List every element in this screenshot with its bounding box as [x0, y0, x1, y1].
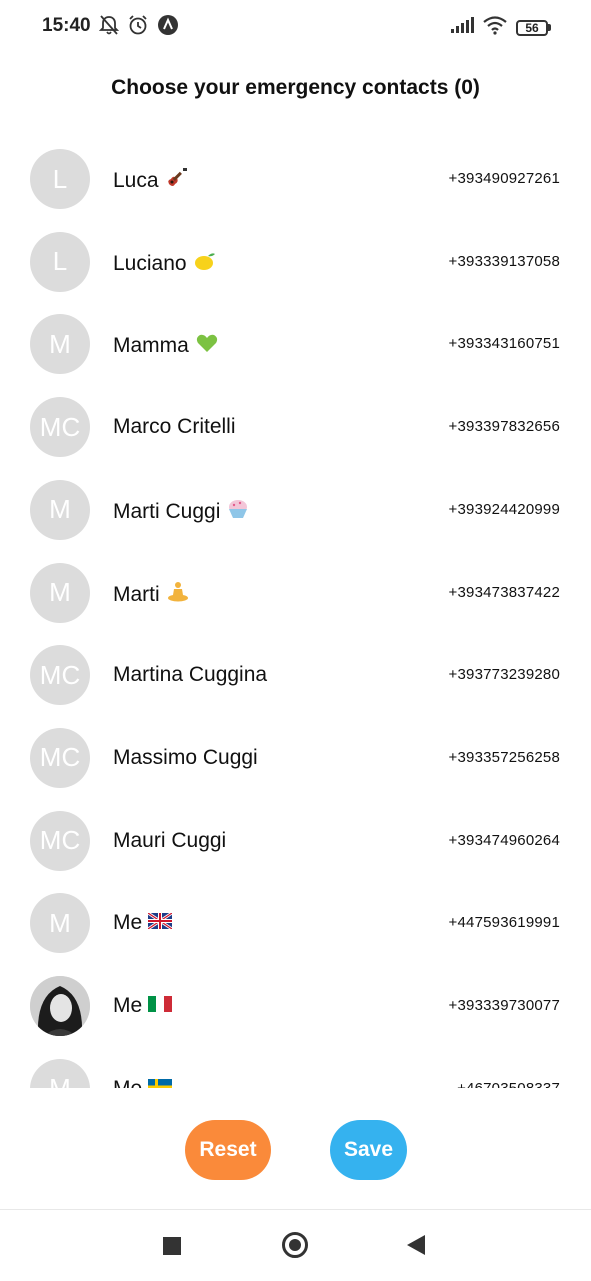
- contact-name-text: Me: [113, 1077, 142, 1088]
- contact-name: Mamma: [113, 332, 219, 360]
- contact-name: Mauri Cuggi: [113, 829, 226, 853]
- contact-name-text: Marti: [113, 582, 160, 606]
- contacts-list[interactable]: L Luca +393490927261 L Luciano +393339137058 M…: [0, 138, 591, 1088]
- contact-name: Marti Cuggi: [113, 498, 250, 526]
- contact-name-text: Mamma: [113, 334, 189, 358]
- contact-phone: +447593619991: [448, 914, 560, 932]
- contact-phone: +393773239280: [448, 666, 560, 684]
- contact-row[interactable]: M Me +447593619991: [0, 882, 591, 965]
- flag-uk-icon: [148, 911, 173, 935]
- recent-apps-icon[interactable]: [163, 1237, 181, 1255]
- contact-phone: +393490927261: [448, 170, 560, 187]
- contact-name-text: Martina Cuggina: [113, 663, 268, 687]
- lemon-icon: [193, 250, 217, 278]
- avatar: MC: [30, 397, 90, 458]
- status-bar: 15:40 56: [0, 0, 591, 54]
- wifi-icon: [482, 15, 508, 40]
- contact-row[interactable]: MC Mauri Cuggi +393474960264: [0, 800, 591, 883]
- contact-name: Me: [113, 911, 173, 935]
- contact-name-text: Luca: [113, 169, 159, 192]
- reset-button[interactable]: Reset: [185, 1120, 271, 1180]
- contact-phone: +393343160751: [448, 335, 560, 353]
- avatar: MC: [30, 727, 90, 788]
- shaved-ice-icon: [226, 498, 250, 526]
- contact-phone: +46703508337: [457, 1080, 560, 1088]
- save-button[interactable]: Save: [330, 1120, 407, 1180]
- avatar: L: [30, 231, 90, 292]
- contact-name: Massimo Cuggi: [113, 746, 258, 770]
- contact-name: Marti: [113, 581, 190, 609]
- flag-sweden-icon: [148, 1077, 173, 1088]
- contact-row[interactable]: L Luciano +393339137058: [0, 221, 591, 304]
- lotus-person-icon: [166, 581, 190, 609]
- guitar-icon: [165, 167, 189, 195]
- avatar: MC: [30, 810, 90, 871]
- contact-phone: +393473837422: [448, 583, 560, 601]
- contact-phone: +393339137058: [448, 252, 560, 270]
- contact-phone: +393339730077: [448, 997, 560, 1014]
- contact-name-text: Mauri Cuggi: [113, 828, 227, 852]
- contact-phone: +393474960264: [448, 831, 560, 849]
- avatar: M: [30, 314, 90, 375]
- contact-name-text: Marco Critelli: [113, 415, 236, 439]
- contact-name-text: Luciano: [113, 251, 187, 275]
- contact-name: Me: [113, 994, 173, 1018]
- contact-row[interactable]: M Marti Cuggi +393924420999: [0, 469, 591, 552]
- contact-name: Me: [113, 1077, 173, 1088]
- contact-name: Martina Cuggina: [113, 663, 267, 687]
- contact-row[interactable]: M Marti +393473837422: [0, 552, 591, 635]
- status-icons-right: 56: [450, 15, 551, 40]
- contact-phone: +393357256258: [448, 748, 560, 766]
- contact-name-text: Marti Cuggi: [113, 499, 221, 523]
- avatar: M: [30, 1058, 90, 1088]
- avatar: M: [30, 479, 90, 540]
- contact-row[interactable]: MC Marco Critelli +393397832656: [0, 386, 591, 469]
- contact-row[interactable]: L Luca +393490927261: [0, 138, 591, 221]
- app-a-icon: [157, 14, 179, 41]
- status-time: 15:40: [42, 15, 91, 36]
- contact-name: Luciano: [113, 250, 217, 278]
- contact-row[interactable]: Me +393339730077: [0, 965, 591, 1048]
- contact-row[interactable]: M Me +46703508337: [0, 1048, 591, 1088]
- status-icons-left: [98, 14, 179, 41]
- battery-icon: 56: [516, 19, 551, 36]
- contact-row[interactable]: MC Massimo Cuggi +393357256258: [0, 717, 591, 800]
- contact-phone: +393397832656: [448, 418, 560, 436]
- muted-bell-icon: [98, 14, 120, 41]
- avatar: L: [30, 149, 90, 209]
- contact-name: Marco Critelli: [113, 415, 236, 439]
- avatar: M: [30, 562, 90, 623]
- contact-row[interactable]: MC Martina Cuggina +393773239280: [0, 634, 591, 717]
- signal-icon: [450, 16, 474, 39]
- avatar-photo: [30, 976, 90, 1036]
- contact-name-text: Me: [113, 994, 143, 1017]
- contact-name-text: Me: [113, 911, 143, 935]
- alarm-icon: [127, 14, 149, 41]
- green-heart-icon: [195, 332, 219, 360]
- contact-name: Luca: [113, 167, 189, 195]
- back-icon[interactable]: [407, 1235, 425, 1255]
- contact-phone: +393924420999: [448, 500, 560, 518]
- avatar: M: [30, 893, 90, 954]
- contact-row[interactable]: M Mamma +393343160751: [0, 303, 591, 386]
- contact-name-text: Massimo Cuggi: [113, 745, 258, 769]
- battery-level: 56: [516, 19, 548, 36]
- avatar: MC: [30, 645, 90, 706]
- nav-bar: [0, 1209, 591, 1281]
- page-title: Choose your emergency contacts (0): [111, 76, 480, 99]
- flag-italy-icon: [148, 994, 173, 1018]
- home-icon[interactable]: [282, 1232, 308, 1258]
